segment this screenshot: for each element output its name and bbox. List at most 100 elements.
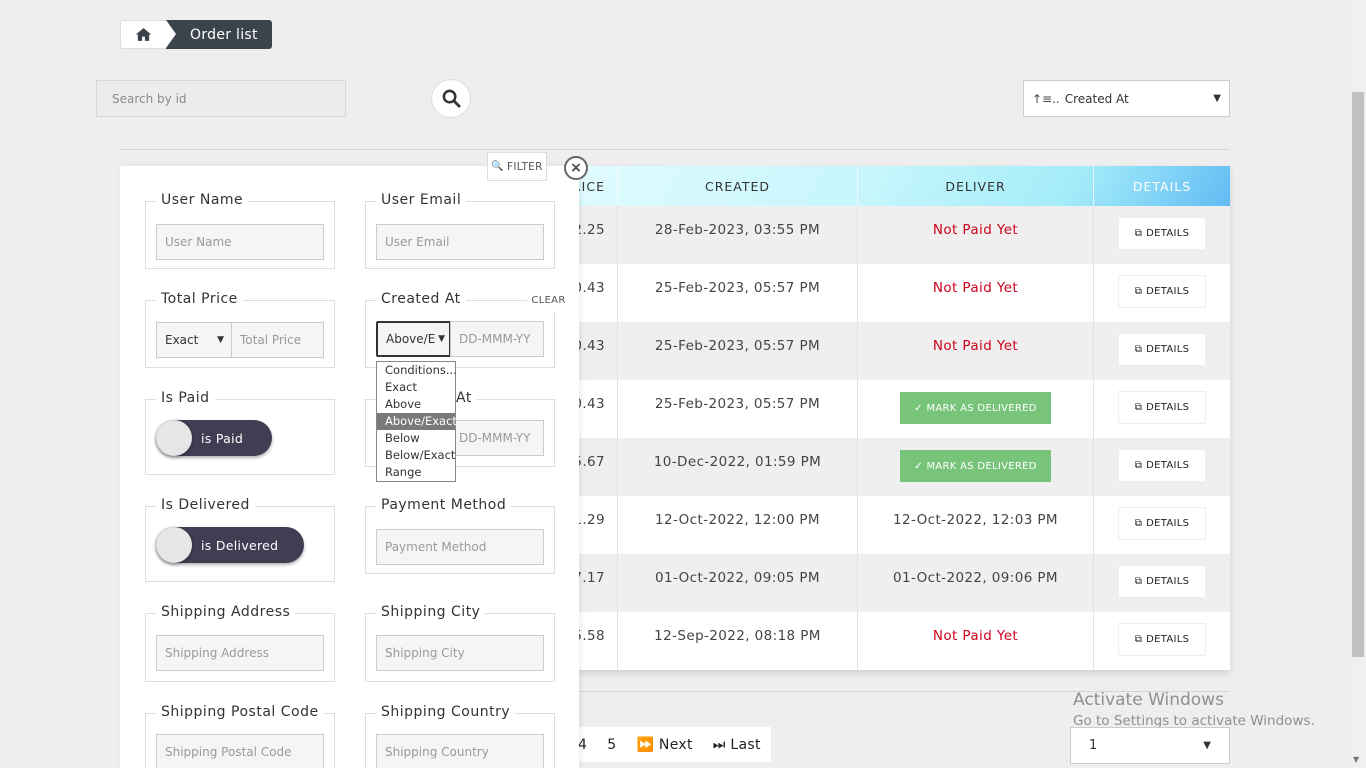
home-icon[interactable] [120,20,166,49]
page-select[interactable]: 1 ▼ [1070,727,1230,764]
scrollbar-thumb[interactable] [1352,92,1364,657]
is-paid-field: Is Paid is Paid [145,390,335,475]
table-row: 0.43 25-Feb-2023, 05:57 PM Not Paid Yet … [573,264,1230,322]
not-paid-status: Not Paid Yet [932,338,1019,354]
user-name-legend: User Name [156,192,249,208]
last-button[interactable]: ⏭ Last [703,727,771,762]
header-details: DETAILS [1132,178,1192,194]
cell-price: 7.17 [573,554,618,612]
condition-option[interactable]: Exact [377,379,455,396]
details-button[interactable]: ⧉ DETAILS [1118,565,1206,598]
close-filter-button[interactable]: × [564,156,588,180]
details-label: DETAILS [1146,518,1190,529]
is-delivered-legend: Is Delivered [156,497,255,513]
cell-created: 12-Oct-2022, 12:00 PM [618,496,858,554]
paid-at-date-input[interactable]: DD-MMM-YY [450,420,544,456]
shipping-address-legend: Shipping Address [156,604,296,620]
details-label: DETAILS [1146,344,1190,355]
mark-delivered-button[interactable]: ✓ MARK AS DELIVERED [900,392,1051,424]
condition-option[interactable]: Conditions... [377,362,457,379]
condition-option[interactable]: Below [377,430,455,447]
windows-watermark: Activate Windows Go to Settings to activ… [1073,690,1315,729]
clear-button[interactable]: CLEAR [527,288,570,312]
external-link-icon: ⧉ [1134,518,1143,529]
total-price-condition-select[interactable]: Exact ▼ [156,322,232,358]
toggle-knob [156,420,192,456]
shipping-address-input[interactable]: Shipping Address [156,635,324,671]
total-price-condition-value: Exact [165,333,199,347]
payment-method-input[interactable]: Payment Method [376,529,544,565]
breadcrumb: Order list [120,20,272,49]
sort-select[interactable]: ↑≡.. Created At ▼ [1023,80,1230,117]
next-button[interactable]: ⏩ Next [626,727,702,762]
cell-delivered: 01-Oct-2022, 09:06 PM [858,554,1094,612]
condition-option[interactable]: Below/Exact [377,447,455,464]
total-price-input[interactable]: Total Price [231,322,324,358]
chevron-down-icon: ▼ [1203,740,1211,751]
search-input[interactable] [96,80,346,117]
payment-method-legend: Payment Method [376,497,512,513]
shipping-address-field: Shipping Address Shipping Address [145,604,335,682]
last-label: Last [730,736,761,753]
scroll-down-icon[interactable]: ▼ [1353,755,1359,764]
details-button[interactable]: ⧉ DETAILS [1118,275,1206,308]
user-name-input[interactable]: User Name [156,224,324,260]
is-delivered-toggle[interactable]: is Delivered [156,527,304,563]
details-button[interactable]: ⧉ DETAILS [1118,507,1206,540]
shipping-country-input[interactable]: Shipping Country [376,734,544,768]
filter-toggle-button[interactable]: 🔍 FILTER [487,152,547,181]
is-paid-toggle-label: is Paid [201,430,244,446]
is-paid-toggle[interactable]: is Paid [156,420,272,456]
page-select-value: 1 [1089,738,1098,753]
shipping-country-field: Shipping Country Shipping Country [365,704,555,768]
table-row: 5.67 10-Dec-2022, 01:59 PM ✓ MARK AS DEL… [573,438,1230,496]
shipping-city-legend: Shipping City [376,604,486,620]
condition-option[interactable]: Above [377,396,455,413]
user-email-input[interactable]: User Email [376,224,544,260]
header-created: CREATED [618,166,858,206]
check-icon: ✓ [914,460,927,472]
pagination: 4 5 ⏩ Next ⏭ Last [578,727,771,762]
mark-delivered-button[interactable]: ✓ MARK AS DELIVERED [900,450,1051,482]
search-button[interactable] [431,79,471,118]
details-label: DETAILS [1146,286,1190,297]
table-row: 7.17 01-Oct-2022, 09:05 PM 01-Oct-2022, … [573,554,1230,612]
page-5[interactable]: 5 [597,727,626,762]
user-email-field: User Email User Email [365,192,555,269]
chevron-down-icon: ▼ [1213,93,1221,104]
cell-created: 25-Feb-2023, 05:57 PM [618,380,858,438]
table-row: 0.43 25-Feb-2023, 05:57 PM ✓ MARK AS DEL… [573,380,1230,438]
details-button[interactable]: ⧉ DETAILS [1118,623,1206,656]
cell-price: 2.25 [573,206,618,264]
details-button[interactable]: ⧉ DETAILS [1118,391,1206,424]
is-paid-legend: Is Paid [156,390,215,406]
page-4[interactable]: 4 [578,727,597,762]
filter-panel: User Name User Name User Email User Emai… [120,166,579,768]
details-label: DETAILS [1146,576,1190,587]
next-label: Next [658,736,693,753]
condition-dropdown: Conditions... Exact Above Above/Exact Be… [376,361,457,482]
created-at-date-input[interactable]: DD-MMM-YY [450,321,544,357]
condition-option[interactable]: Range [377,464,455,481]
not-paid-status: Not Paid Yet [932,222,1019,238]
table-body: 2.25 28-Feb-2023, 03:55 PM Not Paid Yet … [573,206,1230,670]
details-button[interactable]: ⧉ DETAILS [1118,333,1206,366]
orders-table: RICE CREATED DELIVER DETAILS 2.25 28-Feb… [572,166,1230,670]
details-button[interactable]: ⧉ DETAILS [1118,449,1206,482]
created-at-condition-select[interactable]: Above/E ▼ [376,321,451,357]
external-link-icon: ⧉ [1134,460,1143,471]
details-button[interactable]: ⧉ DETAILS [1118,217,1206,250]
table-row: 5.58 12-Sep-2022, 08:18 PM Not Paid Yet … [573,612,1230,670]
details-label: DETAILS [1146,460,1190,471]
total-price-legend: Total Price [156,291,243,307]
external-link-icon: ⧉ [1134,576,1143,587]
fast-forward-icon: ⏩ [636,736,659,753]
sort-label: Created At [1064,91,1129,106]
shipping-city-input[interactable]: Shipping City [376,635,544,671]
details-label: DETAILS [1146,402,1190,413]
condition-option-selected[interactable]: Above/Exact [377,413,457,430]
shipping-postal-code-input[interactable]: Shipping Postal Code [156,734,324,768]
external-link-icon: ⧉ [1134,402,1143,413]
divider [120,149,1230,150]
cell-created: 12-Sep-2022, 08:18 PM [618,612,858,670]
